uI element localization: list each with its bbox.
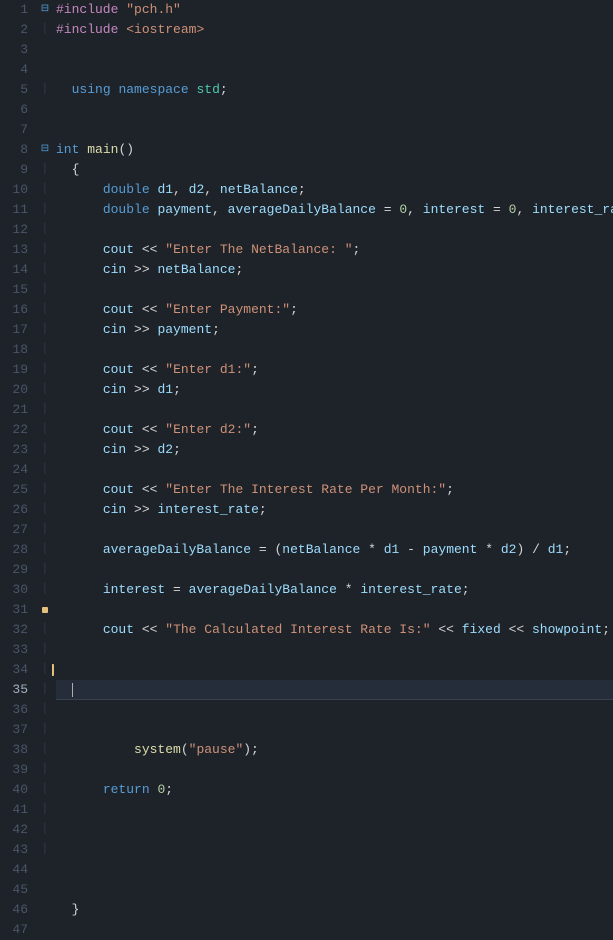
code-line-17: cin >> payment; <box>56 320 613 340</box>
code-line-36 <box>56 700 613 720</box>
code-line-30: interest = averageDailyBalance * interes… <box>56 580 613 600</box>
code-content[interactable]: #include "pch.h" #include <iostream> usi… <box>52 0 613 940</box>
code-line-35[interactable] <box>56 680 613 700</box>
code-line-25: cout << "Enter The Interest Rate Per Mon… <box>56 480 613 500</box>
code-line-44 <box>56 860 613 880</box>
code-line-16: cout << "Enter Payment:"; <box>56 300 613 320</box>
fold-icon-1[interactable]: ⊟ <box>38 0 52 20</box>
code-line-9: { <box>56 160 613 180</box>
code-line-46: } <box>56 900 613 920</box>
code-line-40: return 0; <box>56 780 613 800</box>
code-editor[interactable]: 1 2 3 4 5 6 7 8 9 10 11 12 13 14 15 16 1… <box>0 0 613 940</box>
code-line-38: system("pause"); <box>56 740 613 760</box>
code-line-7 <box>56 120 613 140</box>
code-line-5: using namespace std; <box>56 80 613 100</box>
code-line-23: cin >> d2; <box>56 440 613 460</box>
code-line-11: double payment, averageDailyBalance = 0,… <box>56 200 613 220</box>
code-line-32: cout << "The Calculated Interest Rate Is… <box>56 620 613 640</box>
code-line-33 <box>56 640 613 660</box>
code-line-31 <box>56 600 613 620</box>
code-line-42 <box>56 820 613 840</box>
code-line-20: cin >> d1; <box>56 380 613 400</box>
code-line-13: cout << "Enter The NetBalance: "; <box>56 240 613 260</box>
fold-icon-8[interactable]: ⊟ <box>38 140 52 160</box>
code-line-19: cout << "Enter d1:"; <box>56 360 613 380</box>
code-line-8: int main() <box>56 140 613 160</box>
gutter: ⊟ │ │ ⊟ │ │ │ │ │ │ │ │ │ │ │ │ │ │ │ <box>38 0 52 940</box>
gutter-line-2: │ <box>38 20 52 40</box>
code-line-10: double d1, d2, netBalance; <box>56 180 613 200</box>
code-line-34 <box>56 660 613 680</box>
code-line-22: cout << "Enter d2:"; <box>56 420 613 440</box>
code-line-2: #include <iostream> <box>56 20 613 40</box>
code-line-12 <box>56 220 613 240</box>
code-line-1: #include "pch.h" <box>56 0 613 20</box>
code-line-29 <box>56 560 613 580</box>
code-line-26: cin >> interest_rate; <box>56 500 613 520</box>
code-line-47 <box>56 920 613 940</box>
code-line-3 <box>56 40 613 60</box>
code-line-43 <box>56 840 613 860</box>
code-line-6 <box>56 100 613 120</box>
code-line-27 <box>56 520 613 540</box>
code-line-14: cin >> netBalance; <box>56 260 613 280</box>
code-line-24 <box>56 460 613 480</box>
code-line-15 <box>56 280 613 300</box>
code-line-39 <box>56 760 613 780</box>
code-line-45 <box>56 880 613 900</box>
code-line-21 <box>56 400 613 420</box>
code-line-41 <box>56 800 613 820</box>
code-line-37 <box>56 720 613 740</box>
code-line-18 <box>56 340 613 360</box>
line-numbers: 1 2 3 4 5 6 7 8 9 10 11 12 13 14 15 16 1… <box>0 0 38 940</box>
code-line-28: averageDailyBalance = (netBalance * d1 -… <box>56 540 613 560</box>
code-line-4 <box>56 60 613 80</box>
code-area: 1 2 3 4 5 6 7 8 9 10 11 12 13 14 15 16 1… <box>0 0 613 940</box>
